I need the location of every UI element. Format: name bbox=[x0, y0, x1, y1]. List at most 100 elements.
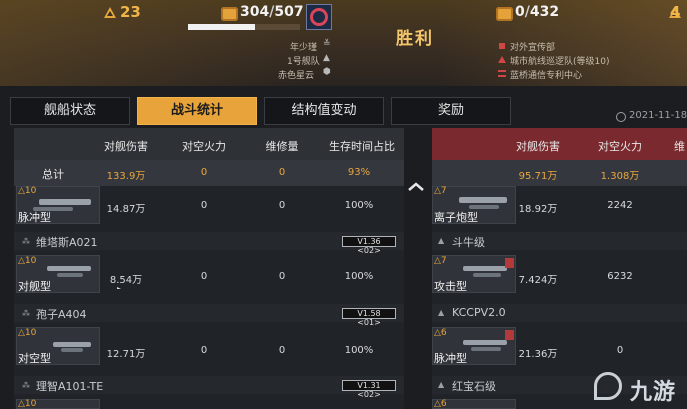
cell-anti-air: 0 bbox=[200, 345, 208, 356]
col-anti-air: 对空火力 bbox=[182, 140, 226, 153]
cell-repair: 0 bbox=[278, 345, 286, 356]
cell-anti-air: 2242 bbox=[607, 200, 633, 211]
left-resource: 304/507 bbox=[240, 4, 304, 20]
cell-anti-air: 0 bbox=[200, 200, 208, 211]
guild-icon: ⬢ bbox=[323, 67, 331, 77]
clock-icon bbox=[616, 112, 626, 122]
version-tag: V1.36 <02> bbox=[342, 236, 396, 255]
faction-emblem bbox=[306, 4, 332, 30]
fleet-icon: ▲ bbox=[323, 53, 330, 63]
group-name: KCCPV2.0 bbox=[452, 306, 506, 319]
group-name: 理智A101-TE bbox=[36, 380, 104, 393]
ship-type: 攻击型 bbox=[434, 280, 467, 293]
ship-hull-image bbox=[463, 340, 507, 345]
enemy-flag-icon bbox=[505, 330, 514, 340]
group-name: 红宝石级 bbox=[452, 380, 496, 393]
right-team-fleet: 城市航线巡逻队(等级10) bbox=[510, 57, 610, 67]
red-guild-icon bbox=[498, 70, 506, 77]
enemy-fleet-icon: ▲ bbox=[438, 236, 445, 245]
ship-hull-detail bbox=[473, 273, 501, 277]
ship-type: 对空型 bbox=[18, 352, 51, 365]
total-survival: 93% bbox=[347, 167, 371, 178]
ship-hull-image bbox=[47, 266, 91, 271]
right-team-commander: 对外宣传部 bbox=[510, 43, 556, 53]
chevron-rank-icon: ≚ bbox=[323, 39, 331, 49]
fleet-group-icon: ⁂ bbox=[22, 309, 30, 318]
cell-ship-damage: 8.54万 bbox=[109, 275, 143, 286]
cell-ship-damage: 14.87万 bbox=[106, 204, 146, 215]
ship-level-value: 7 bbox=[440, 186, 447, 196]
rank-triangle-icon bbox=[104, 7, 116, 18]
ship-type: 脉冲型 bbox=[18, 211, 51, 224]
result-title: 胜利 bbox=[396, 29, 434, 49]
left-team-fleet: 1号舰队 bbox=[287, 57, 320, 67]
tab-structure-change[interactable]: 结构值变动 bbox=[264, 97, 384, 125]
ship-level: △10 bbox=[18, 328, 37, 338]
ship-level-value: 10 bbox=[24, 328, 37, 338]
cell-survival: 100% bbox=[344, 345, 374, 356]
right-rank: 4 bbox=[670, 3, 681, 21]
ship-hull-image bbox=[39, 199, 91, 205]
right-resource: 0/432 bbox=[515, 4, 560, 20]
cell-anti-air: 0 bbox=[200, 271, 208, 282]
cell-ship-damage: 21.36万 bbox=[518, 349, 558, 360]
ship-level: △6 bbox=[434, 328, 447, 338]
ship-level-value: 10 bbox=[24, 186, 37, 196]
version-tag: V1.31 <02> bbox=[342, 380, 396, 399]
col-ship-damage: 对舰伤害 bbox=[516, 140, 560, 153]
red-square-icon bbox=[499, 43, 505, 49]
ship-level: △10 bbox=[18, 256, 37, 266]
cell-anti-air: 0 bbox=[616, 345, 624, 356]
group-name: 孢子A404 bbox=[36, 308, 87, 321]
cell-survival: 100% bbox=[344, 200, 374, 211]
left-resource-current: 304 bbox=[240, 4, 270, 20]
resource-icon-right bbox=[496, 7, 513, 21]
ship-hull-detail bbox=[471, 347, 501, 351]
ship-level-value: 10 bbox=[24, 256, 37, 266]
scroll-up-icon[interactable] bbox=[406, 180, 426, 194]
total-anti-air: 0 bbox=[200, 167, 208, 178]
group-name: 斗牛级 bbox=[452, 236, 485, 249]
left-team-commander: 年少瑾 bbox=[290, 43, 318, 53]
left-rank: 23 bbox=[120, 3, 141, 21]
red-triangle-icon bbox=[498, 56, 506, 63]
left-resource-total: 507 bbox=[274, 4, 304, 20]
col-anti-air: 对空火力 bbox=[598, 140, 642, 153]
battle-date: 2021-11-18 18 bbox=[629, 110, 687, 121]
ship-hull-image bbox=[459, 197, 507, 203]
ship-level: △7 bbox=[434, 256, 447, 266]
ship-hull-image bbox=[463, 266, 507, 271]
version-tag: V1.58 <01> bbox=[342, 308, 396, 327]
ship-type: 对舰型 bbox=[18, 280, 51, 293]
enemy-flag-icon bbox=[505, 258, 514, 268]
cell-ship-damage: 7.424万 bbox=[518, 275, 558, 286]
ship-type: 脉冲型 bbox=[434, 352, 467, 365]
ship-hull-image bbox=[53, 342, 91, 347]
left-resource-bar bbox=[188, 24, 256, 30]
tab-ship-status[interactable]: 舰船状态 bbox=[10, 97, 130, 125]
right-resource-current: 0 bbox=[515, 4, 525, 20]
resource-icon bbox=[221, 7, 238, 21]
ship-level: △7 bbox=[434, 186, 447, 196]
cell-repair: 0 bbox=[278, 200, 286, 211]
enemy-fleet-icon: ▲ bbox=[438, 380, 445, 389]
total-ship-damage: 133.9万 bbox=[106, 171, 146, 182]
total-label: 总计 bbox=[42, 168, 64, 181]
right-team-guild: 蓝桥通信专利中心 bbox=[510, 71, 583, 81]
group-name: 维塔斯A021 bbox=[36, 236, 98, 249]
col-repair: 维 bbox=[674, 140, 685, 153]
ship-level: △6 bbox=[434, 399, 447, 409]
fleet-group-icon: ⁂ bbox=[22, 237, 30, 246]
cell-anti-air: 6232 bbox=[607, 271, 633, 282]
cell-ship-damage: 12.71万 bbox=[106, 349, 146, 360]
total-anti-air: 1.308万 bbox=[600, 171, 640, 182]
left-team-guild: 赤色星云 bbox=[278, 71, 315, 81]
ship-level: △10 bbox=[18, 186, 37, 196]
total-repair: 0 bbox=[278, 167, 286, 178]
tab-rewards[interactable]: 奖励 bbox=[391, 97, 511, 125]
ship-level: △10 bbox=[18, 399, 37, 409]
tab-battle-stats[interactable]: 战斗统计 bbox=[137, 97, 257, 125]
watermark-text: 九游 bbox=[630, 380, 677, 405]
ship-type: 离子炮型 bbox=[434, 211, 478, 224]
mouse-cursor-icon bbox=[117, 287, 121, 289]
